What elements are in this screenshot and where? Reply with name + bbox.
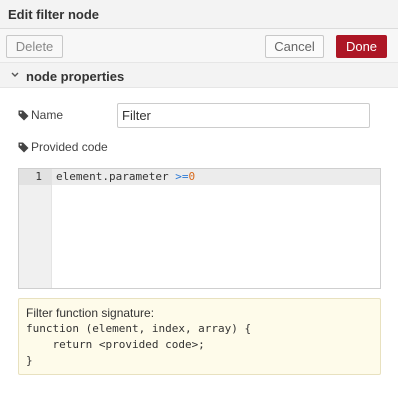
dialog-title: Edit filter node [8,7,99,22]
help-line: Filter function signature: [26,306,155,320]
dialog-toolbar: Delete Cancel Done [0,29,398,62]
section-label: node properties [26,69,125,84]
tag-icon [18,109,29,121]
name-label: Name [31,108,64,122]
help-line: return <provided code>; [26,338,205,351]
done-button[interactable]: Done [336,35,387,58]
tag-icon [18,141,29,153]
chevron-down-icon [10,68,20,82]
cancel-button[interactable]: Cancel [265,35,324,58]
provided-code-label: Provided code [31,140,108,154]
code-editor[interactable]: 1 element.parameter >=0 [18,168,381,289]
code-operator: >= [175,170,189,183]
help-line: function (element, index, array) { [26,322,252,335]
line-number: 1 [35,170,42,183]
editor-gutter [19,169,52,288]
node-properties-section-toggle[interactable]: node properties [0,62,398,88]
help-box: Filter function signature: function (ele… [18,298,381,375]
dialog-header: Edit filter node [0,0,398,29]
code-text: element.parameter [56,170,176,183]
code-line[interactable]: element.parameter >=0 [56,170,195,183]
help-line: } [26,354,33,367]
name-input[interactable] [117,103,370,128]
code-number: 0 [188,170,196,183]
delete-button[interactable]: Delete [6,35,63,58]
